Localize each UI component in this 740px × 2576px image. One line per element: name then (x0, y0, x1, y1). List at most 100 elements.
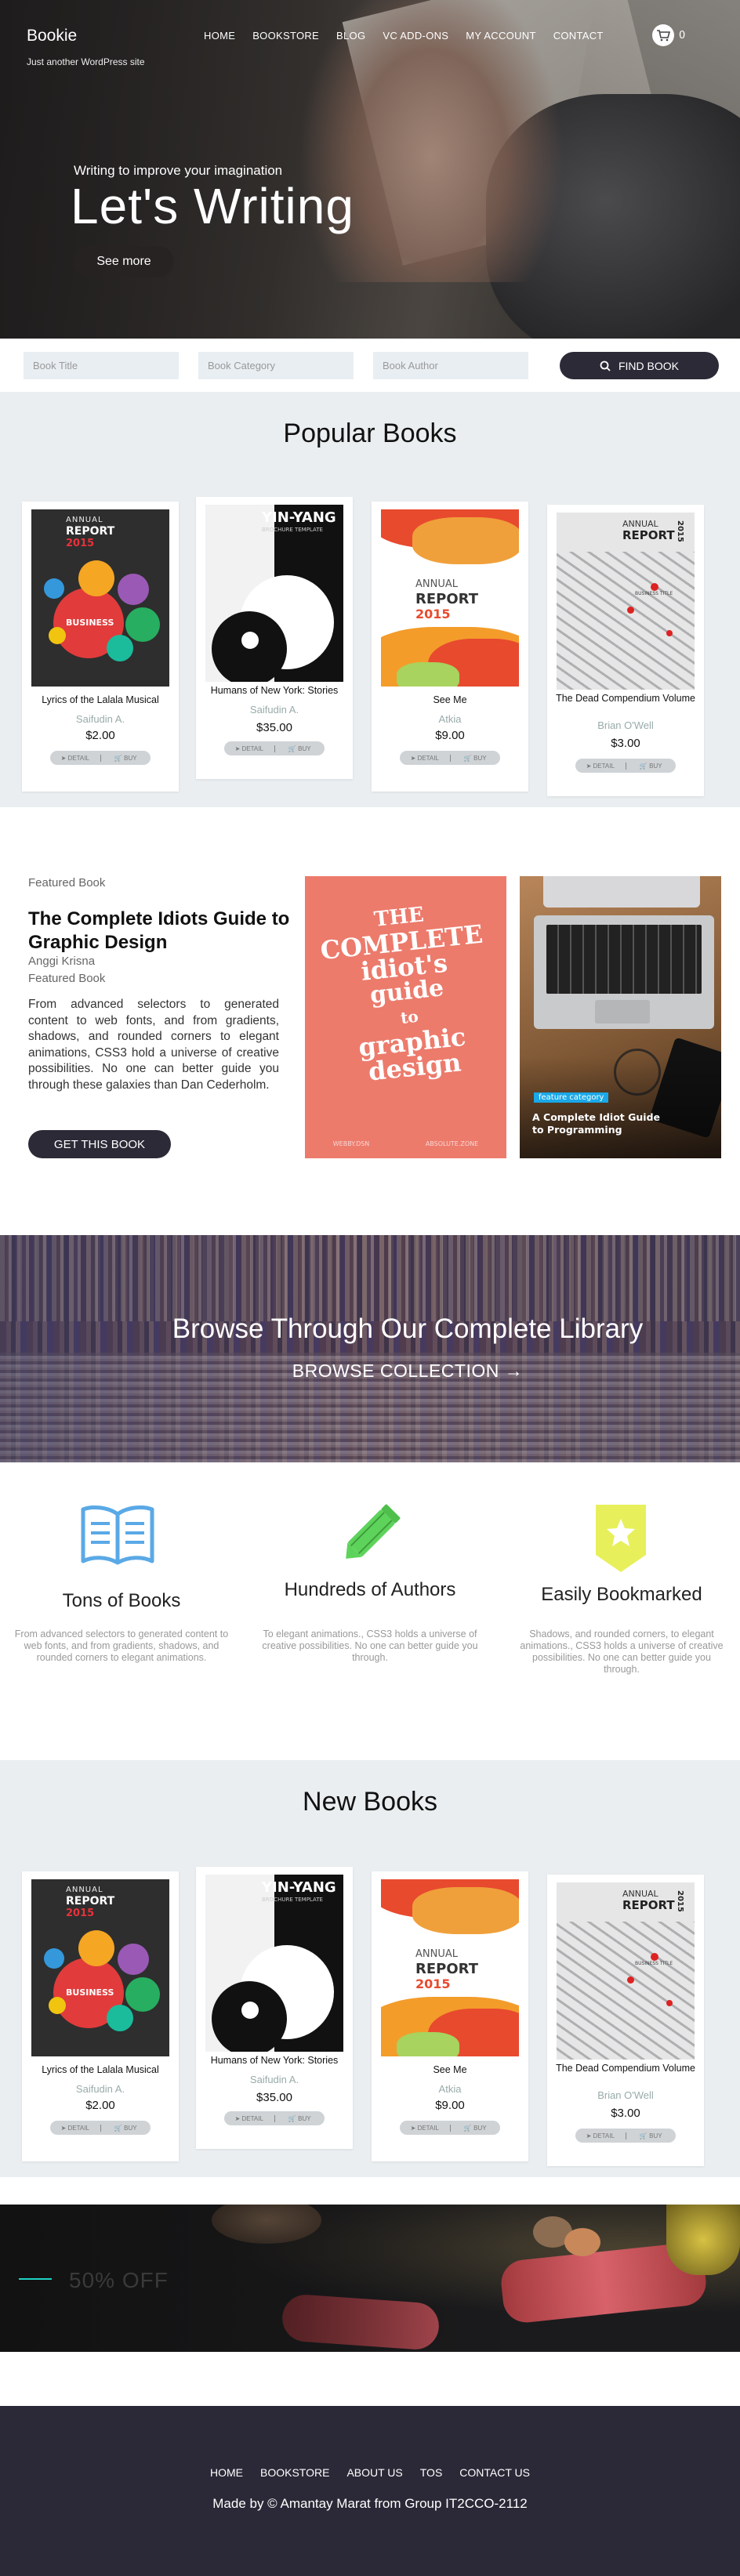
buy-button[interactable]: 🛒 BUY (274, 745, 325, 752)
book-actions: ➤ DETAIL 🛒 BUY (50, 2121, 151, 2135)
hero-title: Let's Writing (71, 178, 354, 234)
nav-vc-addons[interactable]: VC ADD-ONS (383, 30, 448, 42)
featured-cover[interactable]: THE COMPLETE idiot's guide to graphic de… (305, 876, 506, 1158)
book-cover[interactable]: ANNUAL REPORT 2015 BUSINESS (31, 509, 169, 687)
book-author: Saifudin A. (75, 2083, 125, 2095)
buy-button[interactable]: 🛒 BUY (274, 2114, 325, 2122)
book-title[interactable]: Humans of New York: Stories (199, 685, 350, 697)
book-card[interactable]: ANNUAL REPORT 2015 BUSINESS TITLE The De… (547, 1875, 704, 2166)
book-actions: ➤ DETAIL 🛒 BUY (575, 759, 676, 773)
book-card[interactable]: YIN-YANG BROCHURE TEMPLATE Humans of New… (196, 1867, 353, 2149)
book-price: $9.00 (435, 729, 465, 742)
detail-button[interactable]: ➤ DETAIL (400, 2125, 450, 2132)
book-title[interactable]: Lyrics of the Lalala Musical (25, 2064, 176, 2076)
book-title[interactable]: Humans of New York: Stories (199, 2055, 350, 2067)
cover-business-title: BUSINESS TITLE (635, 591, 673, 596)
book-author: Atkia (438, 713, 462, 725)
book-title[interactable]: See Me (375, 2064, 525, 2076)
site-tagline: Just another WordPress site (27, 56, 145, 67)
feature-text-authors: To elegant animations., CSS3 holds a uni… (262, 1629, 478, 1663)
get-this-book-button[interactable]: GET THIS BOOK (28, 1130, 171, 1158)
book-price: $3.00 (611, 2107, 640, 2120)
footer-home[interactable]: HOME (210, 2466, 243, 2479)
footer-contact-us[interactable]: CONTACT US (459, 2466, 530, 2479)
cover-annual: ANNUAL (415, 578, 458, 590)
buy-button[interactable]: 🛒 BUY (625, 762, 677, 770)
side-category-tag[interactable]: feature category (534, 1092, 609, 1103)
nav-contact[interactable]: CONTACT (553, 30, 604, 42)
cover-report: REPORT (415, 1961, 478, 1977)
detail-button[interactable]: ➤ DETAIL (224, 745, 274, 752)
nav-blog[interactable]: BLOG (336, 30, 365, 42)
find-book-button[interactable]: FIND BOOK (560, 352, 719, 379)
book-author: Saifudin A. (75, 713, 125, 725)
book-title[interactable]: Lyrics of the Lalala Musical (25, 694, 176, 706)
book-category-input[interactable]: Book Category (198, 352, 354, 379)
detail-button[interactable]: ➤ DETAIL (400, 755, 450, 762)
pencil-icon (336, 1500, 406, 1571)
detail-button[interactable]: ➤ DETAIL (575, 763, 626, 770)
site-logo[interactable]: Bookie (27, 27, 77, 45)
buy-button[interactable]: 🛒 BUY (625, 2132, 677, 2139)
cover-business-title: BUSINESS TITLE (635, 1961, 673, 1966)
book-cover[interactable]: ANNUAL REPORT 2015 BUSINESS TITLE (557, 513, 695, 690)
new-books-title: New Books (303, 1787, 437, 1817)
detail-button[interactable]: ➤ DETAIL (575, 2132, 626, 2139)
buy-button[interactable]: 🛒 BUY (100, 754, 151, 762)
cover-yinyang: YIN-YANG (262, 509, 336, 526)
detail-button[interactable]: ➤ DETAIL (50, 755, 100, 762)
cover-year: 2015 (415, 607, 451, 621)
cart-icon[interactable] (652, 24, 674, 46)
book-cover[interactable]: ANNUAL REPORT 2015 (381, 1879, 519, 2056)
cover-report: REPORT (622, 528, 675, 542)
book-card[interactable]: ANNUAL REPORT 2015 BUSINESS Lyrics of th… (22, 502, 179, 792)
side-featured-title[interactable]: A Complete Idiot Guide to Programming (532, 1111, 673, 1136)
hero-subtitle: Writing to improve your imagination (74, 163, 283, 178)
book-title[interactable]: The Dead Compendium Volume (550, 2063, 701, 2074)
nav-home[interactable]: HOME (204, 30, 235, 42)
nav-bookstore[interactable]: BOOKSTORE (252, 30, 319, 42)
feature-title-bookmarked: Easily Bookmarked (541, 1584, 702, 1605)
book-card[interactable]: ANNUAL REPORT 2015 See Me Atkia $9.00 ➤ … (372, 502, 528, 792)
popular-title: Popular Books (283, 418, 457, 448)
book-actions: ➤ DETAIL 🛒 BUY (224, 741, 325, 755)
buy-button[interactable]: 🛒 BUY (449, 2124, 501, 2132)
book-cover[interactable]: ANNUAL REPORT 2015 BUSINESS TITLE (557, 1882, 695, 2060)
find-book-label: FIND BOOK (618, 359, 679, 372)
book-price: $9.00 (435, 2099, 465, 2112)
cover-business: BUSINESS (66, 1987, 114, 1998)
bookmark-icon (593, 1502, 649, 1577)
book-actions: ➤ DETAIL 🛒 BUY (575, 2129, 676, 2143)
cover-year: 2015 (66, 1908, 95, 1919)
cover-footer-right: ABSOLUTE.ZONE (425, 1140, 479, 1147)
book-cover[interactable]: ANNUAL REPORT 2015 BUSINESS (31, 1879, 169, 2056)
book-author-input[interactable]: Book Author (373, 352, 528, 379)
book-cover[interactable]: YIN-YANG BROCHURE TEMPLATE (205, 505, 343, 682)
detail-button[interactable]: ➤ DETAIL (50, 2125, 100, 2132)
buy-button[interactable]: 🛒 BUY (449, 754, 501, 762)
side-featured-card[interactable]: feature category A Complete Idiot Guide … (520, 876, 721, 1158)
book-card[interactable]: ANNUAL REPORT 2015 BUSINESS TITLE The De… (547, 505, 704, 796)
book-title[interactable]: The Dead Compendium Volume (550, 693, 701, 705)
book-cover[interactable]: ANNUAL REPORT 2015 (381, 509, 519, 687)
buy-button[interactable]: 🛒 BUY (100, 2124, 151, 2132)
book-title-input[interactable]: Book Title (24, 352, 179, 379)
cover-annual: ANNUAL (415, 1948, 458, 1960)
book-card[interactable]: YIN-YANG BROCHURE TEMPLATE Humans of New… (196, 497, 353, 779)
featured-label: Featured Book (28, 876, 106, 889)
book-icon (78, 1505, 157, 1571)
browse-collection-link[interactable]: BROWSE COLLECTION → (133, 1360, 682, 1382)
featured-title[interactable]: The Complete Idiots Guide to Graphic Des… (28, 908, 299, 955)
footer-tos[interactable]: TOS (420, 2466, 443, 2479)
cover-yinyang-sub: BROCHURE TEMPLATE (262, 1897, 323, 1903)
book-title[interactable]: See Me (375, 694, 525, 706)
footer-about-us[interactable]: ABOUT US (346, 2466, 402, 2479)
feature-text-books: From advanced selectors to generated con… (14, 1629, 229, 1663)
detail-button[interactable]: ➤ DETAIL (224, 2115, 274, 2122)
book-cover[interactable]: YIN-YANG BROCHURE TEMPLATE (205, 1875, 343, 2052)
see-more-button[interactable]: See more (74, 246, 174, 277)
footer-bookstore[interactable]: BOOKSTORE (260, 2466, 329, 2479)
book-card[interactable]: ANNUAL REPORT 2015 See Me Atkia $9.00 ➤ … (372, 1871, 528, 2161)
book-card[interactable]: ANNUAL REPORT 2015 BUSINESS Lyrics of th… (22, 1871, 179, 2161)
nav-my-account[interactable]: MY ACCOUNT (466, 30, 535, 42)
